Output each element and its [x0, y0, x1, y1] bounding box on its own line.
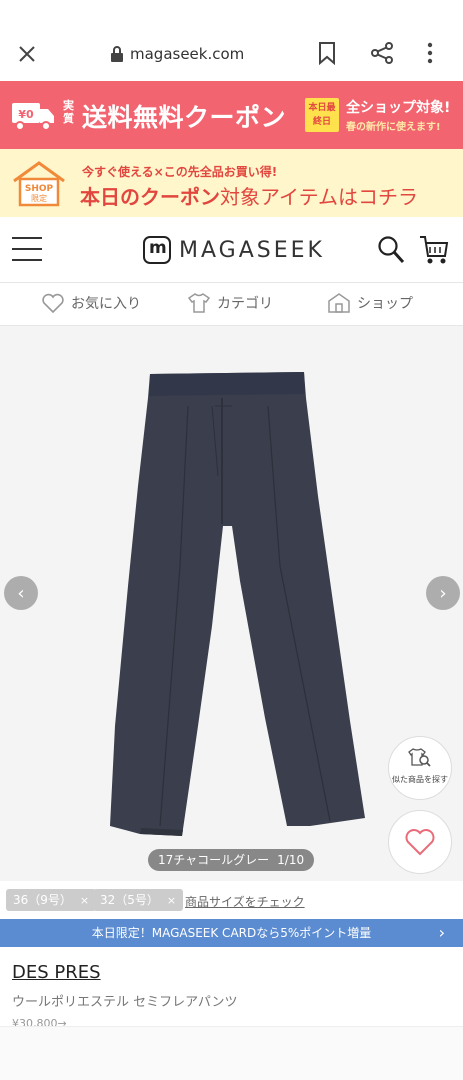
site-header: MAGASEEK — [0, 217, 463, 281]
bookmark-icon[interactable] — [316, 41, 338, 65]
jitsu-label: 実質 — [63, 99, 74, 125]
size-chip[interactable]: 32（5号） × — [93, 889, 184, 911]
svg-text:SHOP: SHOP — [25, 184, 54, 194]
zero-yen-badge: ¥0 — [18, 108, 34, 121]
logo-mark-icon — [143, 236, 171, 264]
banner-line1: 全ショップ対象! — [346, 100, 451, 116]
remove-icon: × — [79, 894, 90, 907]
image-counter: 1/10 — [277, 853, 305, 867]
banner2-rest: 対象アイテムはコチラ — [220, 185, 418, 209]
nav-category[interactable]: カテゴリ — [187, 292, 273, 314]
heart-icon — [405, 829, 435, 856]
banner2-line1: 今すぐ使える×この先全品お買い得! — [82, 165, 278, 179]
check-size-link[interactable]: 商品サイズをチェック — [185, 893, 305, 910]
sub-navigation: お気に入り カテゴリ ショップ — [0, 282, 463, 326]
size-chips-row: 36（9号） × 32（5号） × 商品サイズをチェック — [0, 882, 463, 918]
banner2-bold: 本日のクーポン — [80, 185, 220, 209]
nav-favorites[interactable]: お気に入り — [41, 292, 141, 314]
more-vert-icon[interactable] — [425, 41, 435, 65]
brand-name-link[interactable]: DES PRES — [12, 962, 101, 983]
hamburger-menu-icon[interactable] — [12, 237, 42, 261]
banner2-line2: 本日のクーポン対象アイテムはコチラ — [80, 181, 418, 210]
gallery-prev-button[interactable]: ‹ — [4, 576, 38, 610]
product-photo-pants — [0, 326, 463, 881]
free-shipping-coupon-banner[interactable]: ¥0 実質 送料無料クーポン 本日最終日 全ショップ対象! 春の新作に使えます! — [0, 81, 463, 149]
remove-icon: × — [166, 894, 177, 907]
truck-icon: ¥0 — [12, 103, 54, 131]
add-favorite-button[interactable] — [388, 810, 452, 874]
product-name: ウールポリエステル セミフレアパンツ — [12, 995, 238, 1010]
find-similar-button[interactable]: 似た商品を探す — [388, 736, 452, 800]
heart-icon — [42, 293, 64, 314]
size-chip-label: 32（5号） — [100, 893, 159, 907]
product-image-gallery[interactable]: ‹ › 似た商品を探す 17チャコールグレー 1/10 — [0, 326, 463, 881]
nav-shop[interactable]: ショップ — [327, 292, 413, 314]
chevron-right-icon: › — [439, 582, 447, 604]
chevron-left-icon: ‹ — [17, 582, 25, 604]
nav-favorites-label: お気に入り — [71, 296, 141, 312]
banner-line2: 春の新作に使えます! — [346, 122, 441, 133]
size-chip-label: 36（9号） — [13, 893, 72, 907]
close-icon[interactable] — [16, 43, 38, 65]
magaseek-card-banner[interactable]: 本日限定！MAGASEEK CARDなら5%ポイント増量 › — [0, 919, 463, 947]
browser-toolbar: magaseek.com — [0, 28, 463, 80]
tshirt-icon — [187, 293, 211, 313]
size-chip[interactable]: 36（9号） × — [6, 889, 97, 911]
logo-text: MAGASEEK — [179, 237, 325, 263]
share-icon[interactable] — [370, 41, 394, 65]
lock-icon — [111, 46, 123, 62]
url-bar[interactable]: magaseek.com — [110, 43, 244, 65]
search-similar-icon — [408, 748, 431, 767]
color-name: 17チャコールグレー — [158, 853, 270, 867]
daily-coupon-banner[interactable]: SHOP 限定 今すぐ使える×この先全品お買い得! 本日のクーポン対象アイテムは… — [0, 149, 463, 217]
card-banner-text: 本日限定！MAGASEEK CARDなら5%ポイント増量 — [91, 926, 372, 940]
chevron-right-icon: › — [438, 923, 445, 942]
shop-house-icon: SHOP 限定 — [13, 161, 65, 207]
find-similar-label: 似た商品を探す — [392, 775, 448, 784]
gallery-next-button[interactable]: › — [426, 576, 460, 610]
last-day-badge: 本日最終日 — [305, 98, 339, 132]
image-caption: 17チャコールグレー 1/10 — [148, 849, 315, 871]
cart-icon[interactable] — [419, 234, 449, 266]
site-logo[interactable]: MAGASEEK — [143, 236, 325, 264]
nav-category-label: カテゴリ — [217, 296, 273, 312]
url-text: magaseek.com — [130, 45, 245, 63]
svg-text:限定: 限定 — [31, 193, 47, 203]
banner-main-text: 送料無料クーポン — [82, 103, 287, 132]
bottom-bar — [0, 1026, 463, 1080]
search-icon[interactable] — [377, 235, 405, 265]
nav-shop-label: ショップ — [357, 296, 413, 312]
store-icon — [328, 293, 350, 313]
